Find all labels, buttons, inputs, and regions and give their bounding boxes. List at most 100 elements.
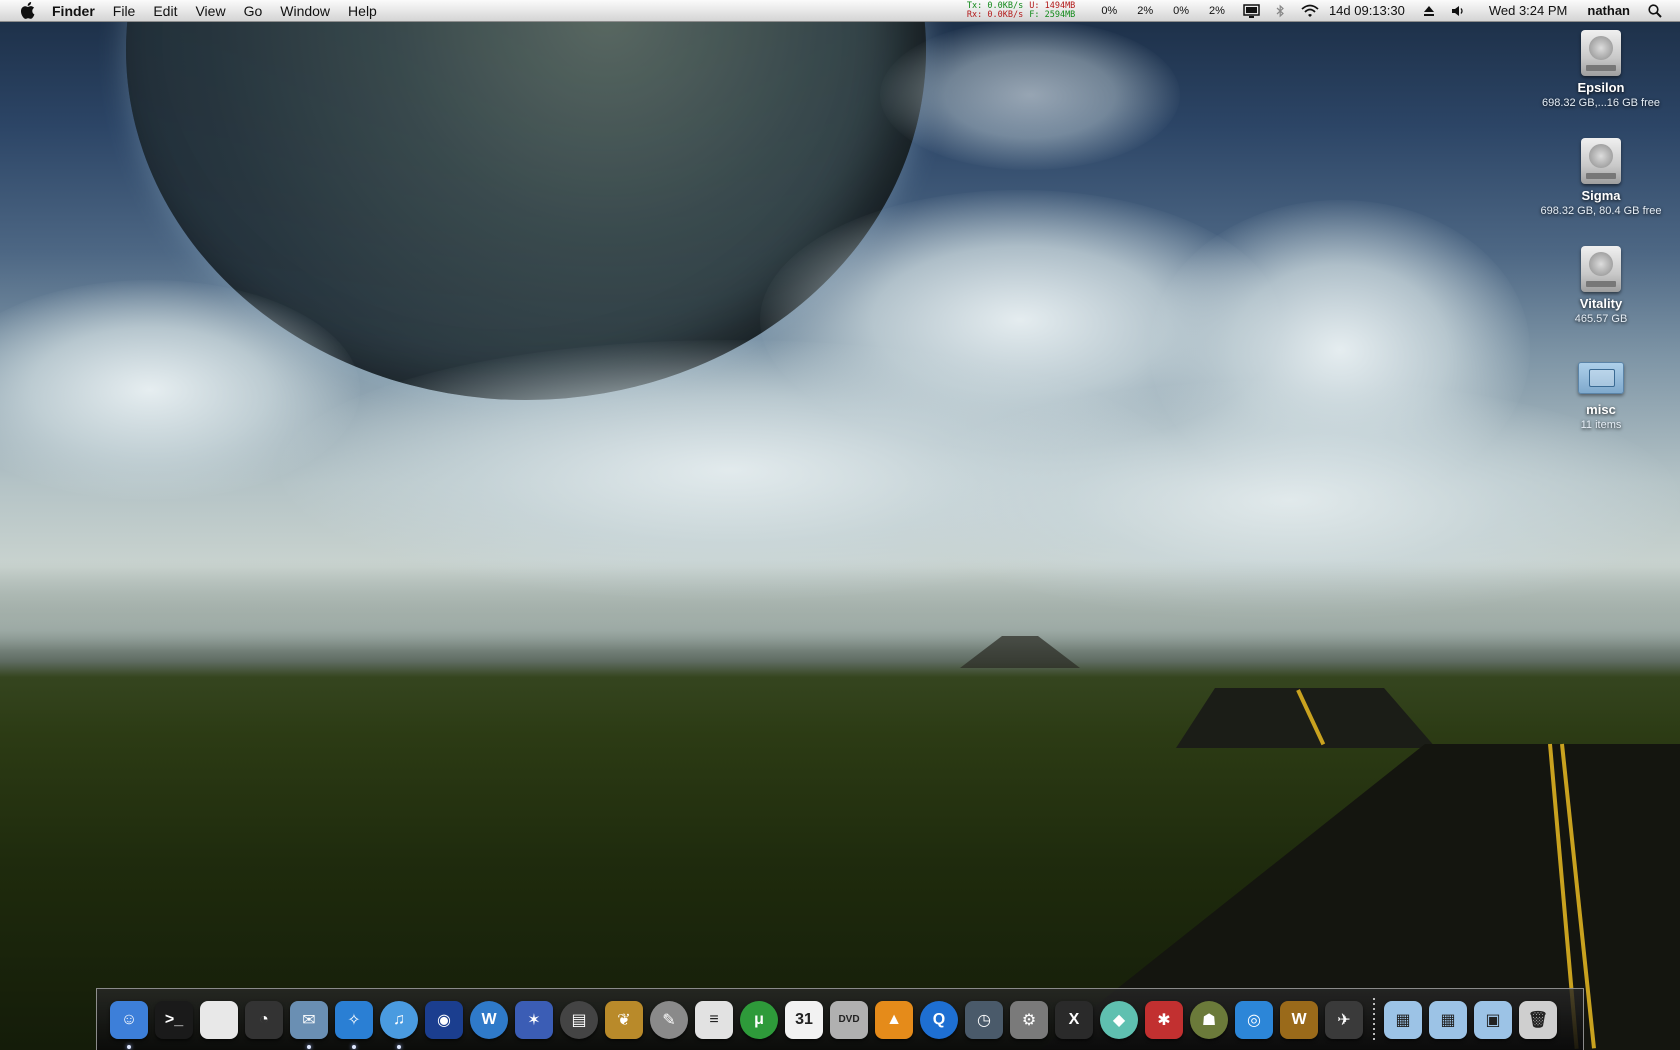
quicktime-icon: Q bbox=[920, 1000, 958, 1039]
app-icon: ◆ bbox=[1100, 1000, 1138, 1039]
finder-icon: ☺ bbox=[110, 1000, 148, 1039]
dock-item[interactable]: W bbox=[1279, 999, 1319, 1041]
dock-item[interactable]: 🗑 bbox=[1518, 999, 1558, 1041]
dock-item[interactable]: ❦ bbox=[604, 999, 644, 1041]
dock-item[interactable]: ≡ bbox=[694, 999, 734, 1041]
dock-item[interactable]: ◔ bbox=[244, 999, 284, 1041]
dock-item[interactable]: ☺ bbox=[109, 999, 149, 1049]
dock-item[interactable]: ▣ bbox=[1473, 999, 1513, 1041]
dock-item[interactable]: ▦ bbox=[1428, 999, 1468, 1041]
dock-item[interactable] bbox=[199, 999, 239, 1041]
menu-edit[interactable]: Edit bbox=[144, 3, 186, 19]
menu-clock[interactable]: Wed 3:24 PM bbox=[1479, 3, 1578, 18]
desktop-icon-label: Sigma bbox=[1581, 188, 1621, 203]
display-icon[interactable] bbox=[1243, 3, 1260, 18]
dock-item[interactable]: W bbox=[469, 999, 509, 1041]
desktop-folder-misc[interactable]: misc 11 items bbox=[1516, 356, 1680, 431]
menu-help[interactable]: Help bbox=[339, 3, 386, 19]
free-value: 2594MB bbox=[1044, 9, 1076, 20]
imovie-icon: ✶ bbox=[515, 1000, 553, 1039]
rx-value: 0.0KB/s bbox=[987, 9, 1024, 20]
desktop-icon-label: Epsilon bbox=[1577, 80, 1625, 95]
menu-window[interactable]: Window bbox=[271, 3, 339, 19]
network-memory-stats[interactable]: Tx: 0.0KB/s U: 1494MB Rx: 0.0KB/s F: 259… bbox=[966, 1, 1076, 20]
cpu-meter[interactable]: 0% bbox=[1163, 5, 1199, 17]
folder-stack-icon: ▦ bbox=[1429, 1000, 1467, 1039]
dock-item[interactable]: 31 bbox=[784, 999, 824, 1041]
ical-icon: 31 bbox=[785, 1000, 823, 1039]
app-icon: ◉ bbox=[425, 1000, 463, 1039]
desktop-icon-info: 11 items bbox=[1580, 419, 1622, 431]
wallpaper-road bbox=[1176, 688, 1436, 748]
uptime-readout[interactable]: 14d 09:13:30 bbox=[1327, 3, 1415, 18]
desktop[interactable]: Finder File Edit View Go Window Help Tx:… bbox=[0, 0, 1680, 1050]
dock-item[interactable]: μ bbox=[739, 999, 779, 1041]
menu-file[interactable]: File bbox=[104, 3, 145, 19]
app-icon: ▤ bbox=[560, 1000, 598, 1039]
menu-bar: Finder File Edit View Go Window Help Tx:… bbox=[0, 0, 1680, 22]
dock-item[interactable]: ▦ bbox=[1383, 999, 1423, 1041]
app-icon: W bbox=[470, 1000, 508, 1039]
eject-icon[interactable] bbox=[1423, 5, 1435, 17]
rx-label: Rx: bbox=[966, 9, 983, 20]
dock-item[interactable]: DVD bbox=[829, 999, 869, 1041]
textedit-icon: ≡ bbox=[695, 1000, 733, 1039]
dock-stacks: ▦ ▦ ▣ 🗑 bbox=[1383, 999, 1563, 1041]
cpu-meter[interactable]: 2% bbox=[1199, 5, 1235, 17]
desktop-drive-vitality[interactable]: Vitality 465.57 GB bbox=[1516, 246, 1680, 325]
dock-item[interactable]: ✉ bbox=[289, 999, 329, 1049]
desktop-drive-epsilon[interactable]: Epsilon 698.32 GB,...16 GB free bbox=[1516, 30, 1680, 109]
dock-item[interactable]: ✱ bbox=[1144, 999, 1184, 1041]
dock-item[interactable]: ◎ bbox=[1234, 999, 1274, 1041]
dock-item[interactable]: ▲ bbox=[874, 999, 914, 1041]
running-indicator bbox=[352, 1044, 356, 1049]
menu-view[interactable]: View bbox=[186, 3, 234, 19]
dock-item[interactable]: ✧ bbox=[334, 999, 374, 1049]
user-menu[interactable]: nathan bbox=[1577, 3, 1640, 18]
dock-item[interactable]: ▤ bbox=[559, 999, 599, 1041]
time-machine-icon: ◷ bbox=[965, 1000, 1003, 1039]
dvd-player-icon: DVD bbox=[830, 1000, 868, 1039]
menu-extras: Tx: 0.0KB/s U: 1494MB Rx: 0.0KB/s F: 259… bbox=[967, 0, 1680, 21]
x11-icon: X bbox=[1055, 1000, 1093, 1039]
cpu-meter[interactable]: 0% bbox=[1091, 5, 1127, 17]
dock-item[interactable]: ✎ bbox=[649, 999, 689, 1041]
dock-separator[interactable] bbox=[1373, 997, 1375, 1042]
apple-icon[interactable] bbox=[18, 2, 36, 20]
app-icon: ✈ bbox=[1325, 1000, 1363, 1039]
dock-item[interactable]: >_ bbox=[154, 999, 194, 1041]
dock-item[interactable]: ⚙ bbox=[1009, 999, 1049, 1041]
spotlight-icon[interactable] bbox=[1648, 3, 1662, 18]
world-of-warcraft-icon: W bbox=[1280, 1000, 1318, 1039]
dock-item[interactable]: ◉ bbox=[424, 999, 464, 1041]
app-icon: ❦ bbox=[605, 1000, 643, 1039]
vlc-icon: ▲ bbox=[875, 1000, 913, 1039]
hard-drive-icon bbox=[1581, 246, 1621, 292]
running-indicator bbox=[397, 1044, 401, 1049]
menu-go[interactable]: Go bbox=[235, 3, 272, 19]
dock-item[interactable]: ♫ bbox=[379, 999, 419, 1049]
running-indicator bbox=[307, 1044, 311, 1049]
dock-item[interactable]: ☗ bbox=[1189, 999, 1229, 1041]
cpu-meter[interactable]: 2% bbox=[1127, 5, 1163, 17]
dock-item[interactable]: Q bbox=[919, 999, 959, 1041]
trash-icon: 🗑 bbox=[1519, 1000, 1557, 1039]
dock-item[interactable]: X bbox=[1054, 999, 1094, 1041]
desktop-icon-info: 465.57 GB bbox=[1574, 313, 1628, 325]
dock-item[interactable]: ✈ bbox=[1324, 999, 1364, 1041]
bluetooth-icon[interactable] bbox=[1276, 4, 1285, 18]
dock-item[interactable]: ✶ bbox=[514, 999, 554, 1041]
wallpaper-haze bbox=[0, 560, 1680, 650]
app-menu-finder[interactable]: Finder bbox=[48, 3, 104, 19]
terminal-icon: >_ bbox=[155, 1000, 193, 1039]
dock-item[interactable]: ◷ bbox=[964, 999, 1004, 1041]
folder-stack-icon: ▦ bbox=[1384, 1000, 1422, 1039]
wifi-icon[interactable] bbox=[1301, 4, 1319, 17]
utorrent-icon: μ bbox=[740, 1000, 778, 1039]
volume-icon[interactable] bbox=[1451, 5, 1465, 17]
dock-item[interactable]: ◆ bbox=[1099, 999, 1139, 1041]
desktop-icon-label: misc bbox=[1586, 402, 1616, 417]
desktop-drive-sigma[interactable]: Sigma 698.32 GB, 80.4 GB free bbox=[1516, 138, 1680, 217]
desktop-icon-info: 698.32 GB, 80.4 GB free bbox=[1540, 205, 1662, 217]
mail-icon: ✉ bbox=[290, 1000, 328, 1039]
